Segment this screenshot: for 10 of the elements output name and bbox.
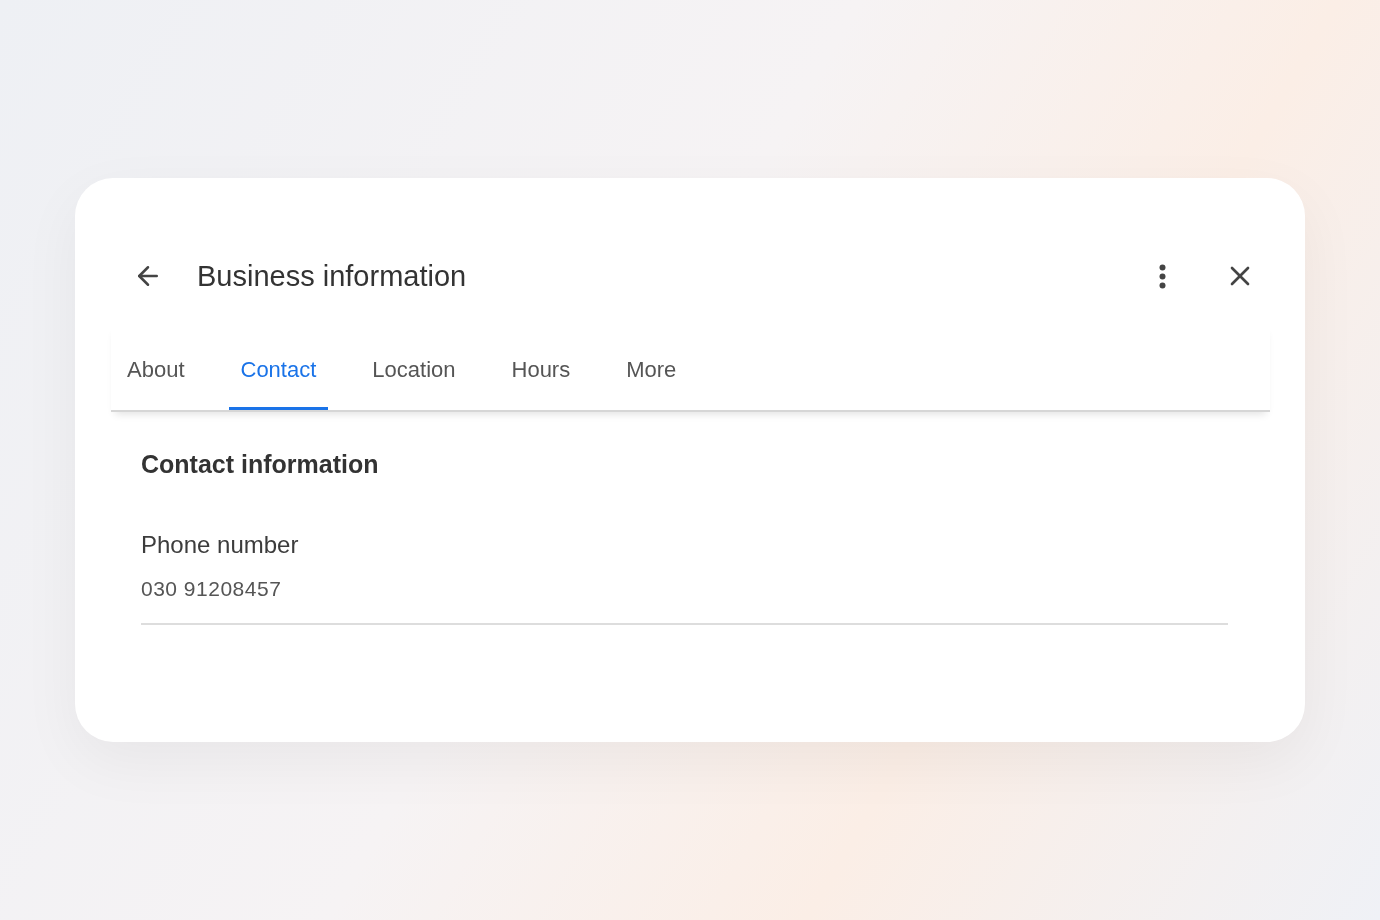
tab[interactable]: Hours	[499, 324, 583, 410]
tab[interactable]: Location	[360, 324, 468, 410]
tab[interactable]: Contact	[228, 324, 329, 410]
more-options-icon	[1159, 263, 1166, 289]
section-title: Contact information	[141, 450, 380, 479]
tab[interactable]: About	[115, 324, 197, 410]
tab[interactable]: More	[614, 324, 689, 410]
dialog-title: Business information	[197, 259, 468, 293]
field-label: Phone number	[141, 531, 300, 559]
field-value: 030 91208457	[141, 577, 283, 601]
